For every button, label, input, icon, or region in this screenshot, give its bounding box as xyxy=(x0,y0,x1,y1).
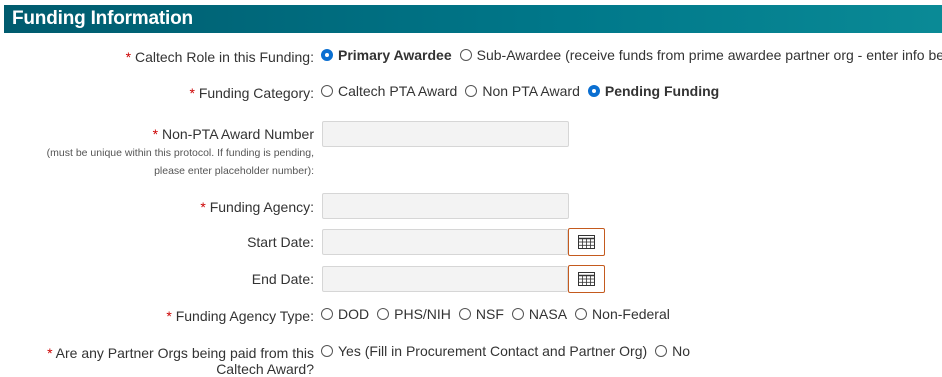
radio-pending-funding[interactable] xyxy=(587,85,600,97)
section-header: Funding Information xyxy=(4,5,942,33)
radio-non-federal[interactable] xyxy=(575,308,588,320)
end-date-calendar-button[interactable] xyxy=(568,265,605,293)
award-number-input[interactable] xyxy=(322,121,569,147)
radio-nsf[interactable] xyxy=(458,308,471,320)
category-label: * Funding Category: xyxy=(189,85,314,101)
agency-type-option-non-federal[interactable]: Non-Federal xyxy=(575,306,670,322)
award-number-label: * Non-PTA Award Number xyxy=(152,126,314,142)
award-number-help-1: (must be unique within this protocol. If… xyxy=(46,147,314,159)
agency-label: * Funding Agency: xyxy=(200,199,314,215)
start-date-input[interactable] xyxy=(322,229,568,255)
award-number-help-2: please enter placeholder number): xyxy=(154,165,314,177)
agency-type-option-nsf[interactable]: NSF xyxy=(458,306,504,322)
category-option-non-pta[interactable]: Non PTA Award xyxy=(465,83,580,99)
role-label: * Caltech Role in this Funding: xyxy=(125,49,314,65)
radio-nasa[interactable] xyxy=(511,308,524,320)
category-option-pending[interactable]: Pending Funding xyxy=(587,83,719,99)
partner-orgs-option-yes[interactable]: Yes (Fill in Procurement Contact and Par… xyxy=(321,343,647,359)
calendar-icon xyxy=(578,235,595,249)
radio-primary-awardee[interactable] xyxy=(321,49,333,61)
end-date-label: End Date: xyxy=(251,271,314,287)
start-date-calendar-button[interactable] xyxy=(568,228,605,256)
partner-orgs-label-line2: Caltech Award? xyxy=(216,361,314,377)
radio-caltech-pta[interactable] xyxy=(321,85,333,97)
radio-partner-yes[interactable] xyxy=(321,345,333,357)
partner-orgs-options: Yes (Fill in Procurement Contact and Par… xyxy=(321,343,698,359)
partner-orgs-option-no[interactable]: No xyxy=(655,343,690,359)
role-options: Primary Awardee Sub-Awardee (receive fun… xyxy=(321,47,942,63)
radio-non-pta[interactable] xyxy=(465,85,478,97)
start-date-label: Start Date: xyxy=(247,234,314,250)
radio-phs-nih[interactable] xyxy=(377,308,390,320)
category-option-pta[interactable]: Caltech PTA Award xyxy=(321,83,457,99)
partner-orgs-label: * Are any Partner Orgs being paid from t… xyxy=(47,345,314,361)
agency-type-option-dod[interactable]: DOD xyxy=(321,306,369,322)
role-option-sub[interactable]: Sub-Awardee (receive funds from prime aw… xyxy=(459,47,942,63)
end-date-input[interactable] xyxy=(322,266,568,292)
agency-type-option-nasa[interactable]: NASA xyxy=(511,306,567,322)
agency-input[interactable] xyxy=(322,193,569,219)
radio-partner-no[interactable] xyxy=(655,345,668,357)
agency-type-label: * Funding Agency Type: xyxy=(166,308,314,324)
agency-type-options: DOD PHS/NIH NSF NASA Non-Federal xyxy=(321,306,678,322)
agency-type-option-phs-nih[interactable]: PHS/NIH xyxy=(377,306,451,322)
section-title: Funding Information xyxy=(12,8,193,29)
role-option-primary[interactable]: Primary Awardee xyxy=(321,47,452,63)
category-options: Caltech PTA Award Non PTA Award Pending … xyxy=(321,83,727,99)
radio-dod[interactable] xyxy=(321,308,333,320)
radio-sub-awardee[interactable] xyxy=(459,49,472,61)
calendar-icon xyxy=(578,272,595,286)
